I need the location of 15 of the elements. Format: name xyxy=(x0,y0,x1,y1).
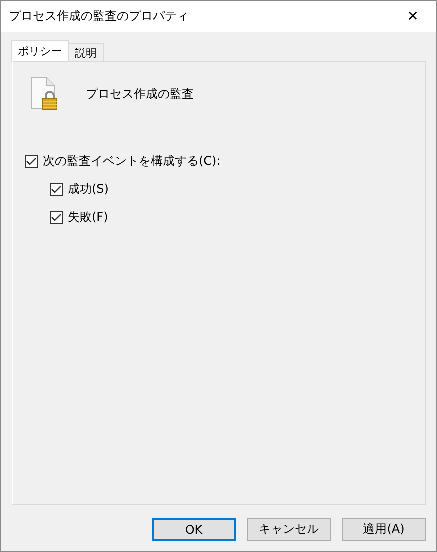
checkbox[interactable] xyxy=(50,210,63,224)
close-button[interactable]: ✕ xyxy=(390,1,436,32)
dialog-button[interactable]: OK xyxy=(152,518,236,541)
checkbox-label: 成功(S) xyxy=(68,180,109,198)
checkbox[interactable] xyxy=(50,182,63,196)
tab[interactable]: 説明 xyxy=(68,43,104,61)
checkbox-label: 次の監査イベントを構成する(C): xyxy=(43,152,221,170)
dialog-button[interactable]: キャンセル xyxy=(247,518,331,541)
checkbox-label: 失敗(F) xyxy=(68,208,108,226)
dialog-button[interactable]: 適用(A) xyxy=(342,518,426,541)
locked-document-icon xyxy=(31,77,59,111)
window-title: プロセス作成の監査のプロパティ xyxy=(9,8,189,25)
checkbox[interactable] xyxy=(25,154,38,168)
policy-name: プロセス作成の監査 xyxy=(86,86,194,102)
tab[interactable]: ポリシー xyxy=(11,40,69,61)
